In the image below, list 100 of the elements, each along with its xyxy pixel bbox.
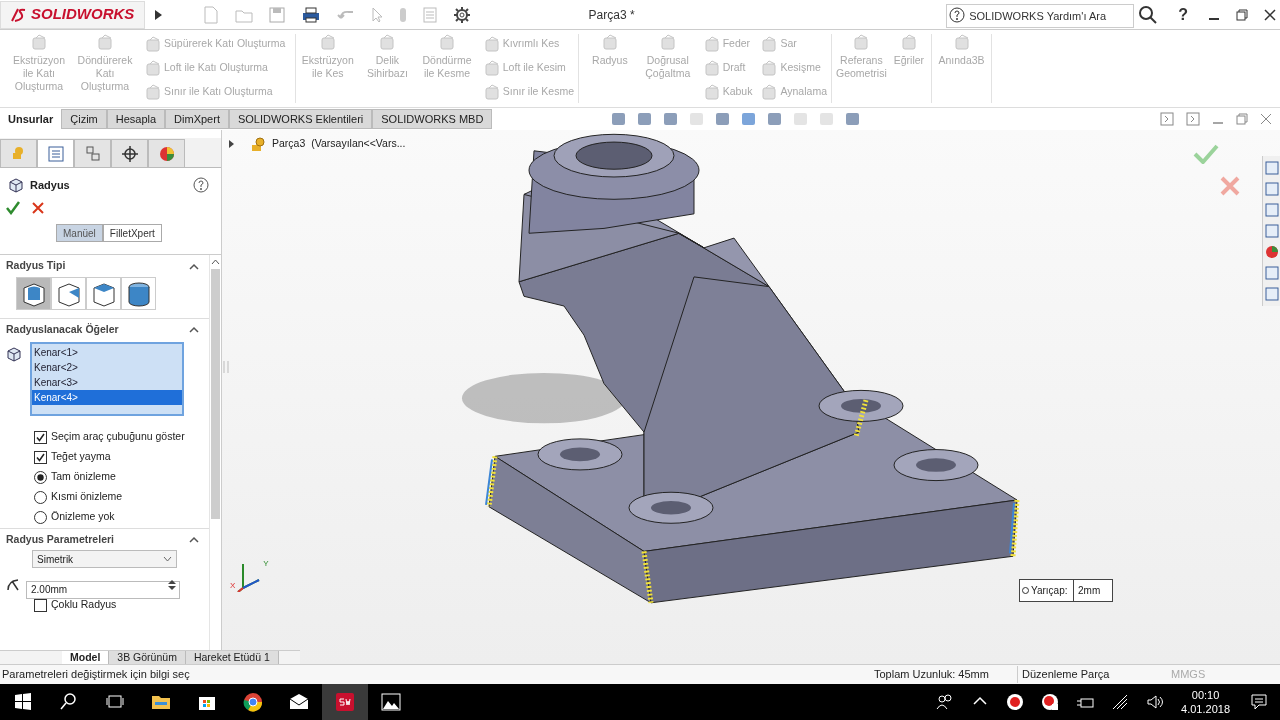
view-tab[interactable]: 3B Görünüm [109, 651, 186, 664]
callout-handle-icon [1022, 587, 1029, 594]
collapse-caret-icon[interactable] [189, 262, 199, 270]
ok-check-icon[interactable] [6, 201, 20, 215]
fillet-type-button[interactable] [51, 277, 86, 310]
view-tab[interactable]: Model [62, 651, 110, 664]
help-icon[interactable] [193, 177, 209, 193]
ribbon-button[interactable]: Feder [702, 34, 753, 53]
notifications-icon[interactable] [1250, 693, 1268, 711]
fillet-type-button[interactable] [121, 277, 156, 310]
ribbon-button[interactable]: Anında3B [936, 34, 987, 67]
ribbon-tab[interactable]: SOLIDWORKS MBD [372, 109, 493, 129]
record-icon[interactable] [1041, 693, 1060, 711]
edge-list[interactable]: Kenar<1> Kenar<2> Kenar<3> Kenar<4> [30, 342, 184, 416]
ribbon-button[interactable]: Sınır ile Kesme [482, 82, 574, 101]
feature-icon [702, 83, 719, 100]
ok-check-icon[interactable] [1193, 144, 1219, 164]
appearance-ball-icon[interactable] [1264, 244, 1279, 260]
cancel-x-icon[interactable] [32, 202, 44, 214]
people-icon[interactable] [936, 693, 955, 711]
feature-icon [144, 35, 160, 52]
feature-icon [144, 83, 160, 100]
restore-icon[interactable] [1236, 113, 1248, 125]
view-tab[interactable]: Hareket Etüdü 1 [185, 651, 279, 664]
expand-arrow-icon[interactable] [153, 8, 163, 21]
printer-icon[interactable] [301, 6, 321, 23]
record-icon[interactable] [1006, 693, 1025, 711]
appearance-ball-icon [157, 144, 176, 163]
expand-arrow-icon[interactable] [228, 139, 236, 149]
fillet-type-button[interactable] [16, 277, 51, 310]
ribbon-button[interactable]: Süpürerek Katı Oluşturma [144, 34, 286, 53]
scrollbar-thumb[interactable] [211, 269, 220, 519]
checkbox[interactable] [34, 598, 47, 612]
ribbon-button[interactable]: Aynalama [760, 82, 827, 101]
close-icon[interactable] [1264, 8, 1276, 21]
panel-left-icon[interactable] [1160, 112, 1174, 126]
ribbon-button[interactable]: Radyus [583, 34, 637, 67]
ribbon-button[interactable]: Draft [702, 58, 753, 77]
help-menu-button[interactable]: ? [1174, 2, 1192, 27]
ribbon-button[interactable]: Referans Geometrisi [836, 34, 887, 80]
ribbon-button[interactable]: Ekstrüzyon ile Katı Oluşturma [8, 34, 70, 93]
windows-start-icon [13, 692, 33, 712]
option-label: Tam önizleme [51, 469, 116, 485]
radius-icon [6, 578, 22, 592]
ribbon-button[interactable]: Döndürerek Katı Oluşturma [74, 34, 136, 93]
mode-toggle[interactable]: Manüel [56, 224, 103, 242]
help-search-field[interactable]: SOLIDWORKS Yardım'ı Ara [946, 3, 1135, 28]
ribbon-tab[interactable]: SOLIDWORKS Eklentileri [228, 109, 373, 129]
method-dropdown[interactable]: Simetrik [32, 550, 177, 568]
spinner-icon[interactable] [166, 578, 178, 592]
ribbon-button[interactable]: Eğriler [890, 34, 927, 67]
panel-right-icon[interactable] [1186, 112, 1200, 126]
feature-icon [702, 35, 719, 52]
radio-button[interactable] [34, 490, 47, 504]
edge-list-item[interactable]: Kenar<3> [32, 375, 182, 390]
feature-icon [482, 59, 499, 76]
part-icon [250, 136, 266, 152]
collapse-caret-icon[interactable] [189, 326, 199, 333]
ribbon-button[interactable]: Loft ile Katı Oluşturma [144, 58, 286, 77]
wifi-icon[interactable] [1111, 693, 1130, 711]
ribbon-button[interactable]: Loft ile Kesim [482, 58, 574, 77]
settings-icon[interactable] [453, 5, 471, 24]
scroll-up-icon[interactable] [211, 259, 220, 265]
ribbon-button[interactable]: Kesişme [760, 58, 827, 77]
logo-badge[interactable]: SOLIDWORKS [0, 0, 145, 29]
ribbon-button[interactable]: Döndürme ile Kesme [419, 34, 475, 80]
splitter-handle-icon[interactable] [223, 360, 229, 374]
clock[interactable]: 00:10 4.01.2018 [1181, 688, 1230, 716]
radio-button[interactable] [34, 510, 47, 524]
radius-value-field[interactable]: 2.00mm [26, 580, 180, 599]
feature-icon [482, 83, 499, 100]
property-manager-icon [46, 144, 65, 163]
panel-tab[interactable] [111, 139, 148, 167]
fillet-type-button[interactable] [86, 277, 121, 310]
feature-icon [760, 35, 777, 52]
ribbon-button[interactable]: Doğrusal Çoğaltma [640, 34, 695, 80]
edge-list-item[interactable]: Kenar<4> [32, 390, 182, 405]
ribbon-tab[interactable]: Hesapla [106, 109, 166, 129]
option-label: Önizleme yok [51, 509, 115, 525]
callout-value[interactable]: 2mm [1074, 580, 1112, 601]
part-name[interactable]: Parça3 [272, 136, 306, 152]
ribbon-tab[interactable]: DimXpert [165, 109, 229, 129]
ribbon-button[interactable]: Delik Sihirbazı [359, 34, 416, 80]
restore-icon[interactable] [1236, 8, 1248, 21]
search-icon[interactable] [1138, 4, 1159, 25]
ribbon-button[interactable]: Ekstrüzyon ile Kes [300, 34, 356, 80]
radius-callout[interactable]: Yarıçap: 2mm [1019, 579, 1113, 602]
checkbox[interactable] [34, 430, 47, 444]
ribbon-button[interactable]: Sar [760, 34, 827, 53]
radio-button[interactable] [34, 470, 47, 484]
mode-toggle[interactable]: FilletXpert [102, 224, 162, 242]
ribbon-button[interactable]: Kabuk [702, 82, 753, 101]
ribbon-button[interactable]: Kıvrımlı Kes [482, 34, 574, 53]
edge-list-item[interactable]: Kenar<1> [32, 345, 182, 360]
edge-list-item[interactable]: Kenar<2> [32, 360, 182, 375]
collapse-caret-icon[interactable] [189, 536, 199, 543]
checkbox[interactable] [34, 450, 47, 464]
ribbon-tab[interactable]: Çizim [61, 109, 107, 129]
volume-icon[interactable] [1146, 693, 1165, 711]
ribbon-button[interactable]: Sınır ile Katı Oluşturma [144, 82, 286, 101]
